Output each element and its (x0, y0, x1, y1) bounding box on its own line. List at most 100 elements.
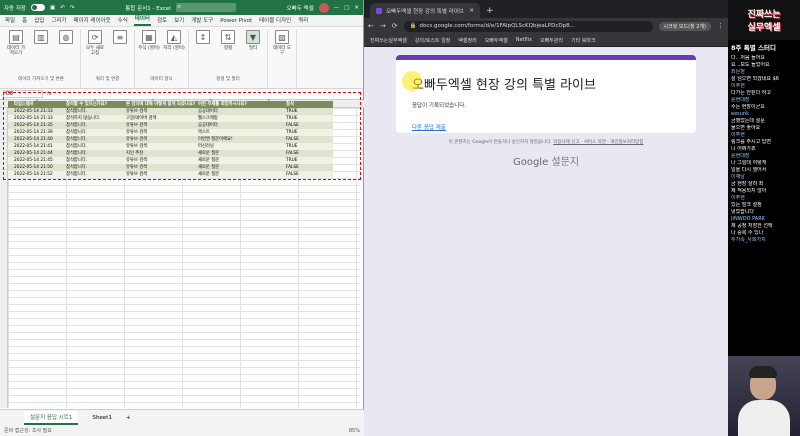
tab-query[interactable]: 쿼리 (297, 14, 309, 26)
status-text: 준비 접근성: 조사 필요 (4, 428, 52, 434)
reload-icon[interactable]: ⟳ (392, 22, 398, 30)
bookmark-item[interactable]: 오빠두엑셀 (485, 37, 508, 44)
refresh-all-button[interactable]: ⟳ 모두 새로 고침 (84, 30, 106, 56)
chat-username[interactable]: 윤현대장 (731, 97, 749, 103)
bookmark-item[interactable]: 엑셀정리 (458, 37, 476, 44)
avatar[interactable] (318, 2, 329, 13)
data-tools-button[interactable]: ▧ 데이터 도구 (271, 30, 293, 56)
bookmark-item[interactable]: Netflix (516, 37, 532, 43)
tab-insert[interactable]: 삽입 (33, 14, 45, 26)
undo-icon[interactable]: ↶ (60, 5, 65, 11)
chat-message: 나 중복 수 있나 (731, 230, 797, 237)
tab-table-design[interactable]: 테이블 디자인 (258, 14, 292, 26)
live-chat-panel: 진짜쓰는 실무엑셀 8주 특별 스터디 다.. 처음 들어요 요 ..보도 들었어… (728, 0, 800, 436)
chat-username[interactable]: 최은정 (731, 69, 745, 75)
webcam-overlay (728, 356, 800, 436)
bookmark-item[interactable]: 진짜쓰는실무엑셀 (370, 37, 407, 44)
chat-username[interactable]: 이주현 (731, 195, 745, 201)
maximize-icon[interactable]: □ (344, 5, 349, 11)
chat-message: eesunk (731, 111, 797, 118)
chat-message: 다가는 안된다 하고 (731, 90, 797, 97)
form-response-message: 응답이 기록되었습니다. (412, 103, 467, 109)
browser-window: 오빠두엑셀 현장 강의 특별 라이브 ✕ + ← → ⟳ 🔒 docs.goog… (364, 0, 728, 436)
ribbon-group-label: 데이터 가져오기 및 변환 (18, 77, 64, 82)
chat-username[interactable]: 두가족_사회가치 (731, 237, 766, 243)
tab-review[interactable]: 검토 (156, 14, 168, 26)
queries-button[interactable]: ≡ (109, 30, 131, 46)
chat-title: 8주 특별 스터디 (731, 44, 776, 52)
data-tools-icon: ▧ (275, 30, 289, 44)
zoom-level[interactable]: 85% (349, 428, 360, 434)
back-icon[interactable]: ← (368, 22, 374, 30)
minimize-icon[interactable]: — (334, 5, 340, 11)
sheet-tab-sheet1[interactable]: Sheet1 (86, 413, 117, 423)
incognito-profile-badge[interactable]: 시크릿 모드(창 2개) (658, 21, 711, 31)
ribbon: ▤ 데이터 가져오기 ▥ ◍ 데이터 가져오기 및 변환 ⟳ 모두 새로 고침 ≡ … (0, 27, 363, 89)
tab-data[interactable]: 데이터 (133, 12, 151, 26)
tab-file[interactable]: 파일 (4, 14, 16, 26)
autosave-toggle[interactable] (31, 4, 45, 11)
chat-message: 물으면 좋아요 (731, 125, 797, 132)
sort-az-button[interactable]: ↕ (192, 30, 214, 46)
tab-home[interactable]: 홈 (21, 14, 28, 26)
disclaimer-links[interactable]: 악용사례 신고 · 서비스 약관 · 개인정보처리방침 (553, 140, 643, 145)
stocks-button[interactable]: ▦ 주식 (영어) (138, 30, 160, 51)
from-text-button[interactable]: ▥ (30, 30, 52, 46)
bookmark-item[interactable]: 오빠두관리 (540, 37, 563, 44)
chat-message: 다.. 처음 들어요 (731, 55, 797, 62)
tab-power-pivot[interactable]: Power Pivot (219, 16, 253, 26)
new-tab-button[interactable]: + (480, 6, 500, 18)
chat-text: 금했었는데 설문 (731, 118, 765, 124)
chat-message: 수는 현장이군요 (731, 104, 797, 111)
chat-message: 제 공정 저장한 선택 (731, 223, 797, 230)
close-tab-icon[interactable]: ✕ (469, 8, 474, 14)
forward-icon[interactable]: → (380, 22, 386, 30)
logo-forms: 설문지 (551, 157, 580, 168)
presenter-hair (749, 366, 777, 378)
geography-button[interactable]: ◭ 지리 (영어) (163, 30, 185, 51)
tab-draw[interactable]: 그리기 (50, 14, 67, 26)
get-data-button[interactable]: ▤ 데이터 가져오기 (5, 30, 27, 56)
sheet-tab-responses[interactable]: 설문지 응답 시트1 (24, 410, 79, 425)
chat-username[interactable]: 이재남 (731, 174, 745, 180)
tab-formulas[interactable]: 수식 (117, 14, 129, 26)
ribbon-group-data-tools: ▧ 데이터 도구 (268, 30, 297, 88)
tab-view[interactable]: 보기 (173, 14, 185, 26)
chat-message: 링크를 주시고 답변 (731, 139, 797, 146)
add-sheet-icon[interactable]: + (126, 415, 131, 421)
chat-message: 금 현장 살려 최 (731, 181, 797, 188)
tab-page-layout[interactable]: 페이지 레이아웃 (73, 14, 112, 26)
chat-message: 윤현대장 (731, 153, 797, 160)
close-icon[interactable]: ✕ (354, 5, 359, 11)
sort-button[interactable]: ⇅ 정렬 (217, 30, 239, 51)
browser-tab[interactable]: 오빠두엑셀 현장 강의 특별 라이브 ✕ (370, 3, 480, 18)
submit-another-response-link[interactable]: 다른 응답 제출 (412, 123, 680, 131)
bookmark-item[interactable]: 강의/로스트 일정 (415, 37, 450, 44)
form-title: 오빠두엑셀 현장 강의 특별 라이브 (412, 78, 596, 93)
chat-text: 설 넘으면 되겠네요 $6 (731, 76, 779, 82)
chat-username[interactable]: 이주현 (731, 83, 745, 89)
chat-text: 제 적용되지 않아 (731, 188, 767, 194)
search-box[interactable]: ⌕ (175, 3, 236, 12)
chat-message: JINWOO PARK (731, 216, 797, 223)
address-bar[interactable]: 🔒 docs.google.com/forms/d/e/1FAIpQLScKQb… (403, 20, 653, 32)
chat-message: 일을 다시 열어서 (731, 167, 797, 174)
tab-developer[interactable]: 개발 도구 (190, 14, 214, 26)
menu-icon[interactable]: ⋮ (717, 22, 724, 30)
chat-username[interactable]: 윤현대장 (731, 153, 749, 159)
chat-username[interactable]: 이주현 (731, 132, 745, 138)
filter-button[interactable]: ▼ 필터 (242, 30, 264, 51)
refresh-icon: ⟳ (88, 30, 102, 44)
excel-window: 자동 저장 ▣ ↶ ↷ 통합 문서1 - Excel ⌕ 오빠두 엑셀 — □ … (0, 0, 364, 436)
channel-logo: 진짜쓰는 실무엑셀 (728, 0, 800, 40)
account-name[interactable]: 오빠두 엑셀 (287, 4, 314, 12)
sheet-tabs: 설문지 응답 시트1 Sheet1 + (0, 409, 364, 425)
redo-icon[interactable]: ↷ (70, 5, 75, 11)
chat-text: 제 공정 저장한 선택 (731, 223, 773, 229)
chat-username[interactable]: eesunk (731, 111, 749, 117)
chat-username[interactable]: JINWOO PARK (731, 216, 765, 222)
forms-favicon-icon (376, 7, 382, 14)
bookmark-item[interactable]: 기타 북마크 (571, 37, 596, 44)
save-icon[interactable]: ▣ (50, 5, 55, 11)
from-web-button[interactable]: ◍ (55, 30, 77, 46)
